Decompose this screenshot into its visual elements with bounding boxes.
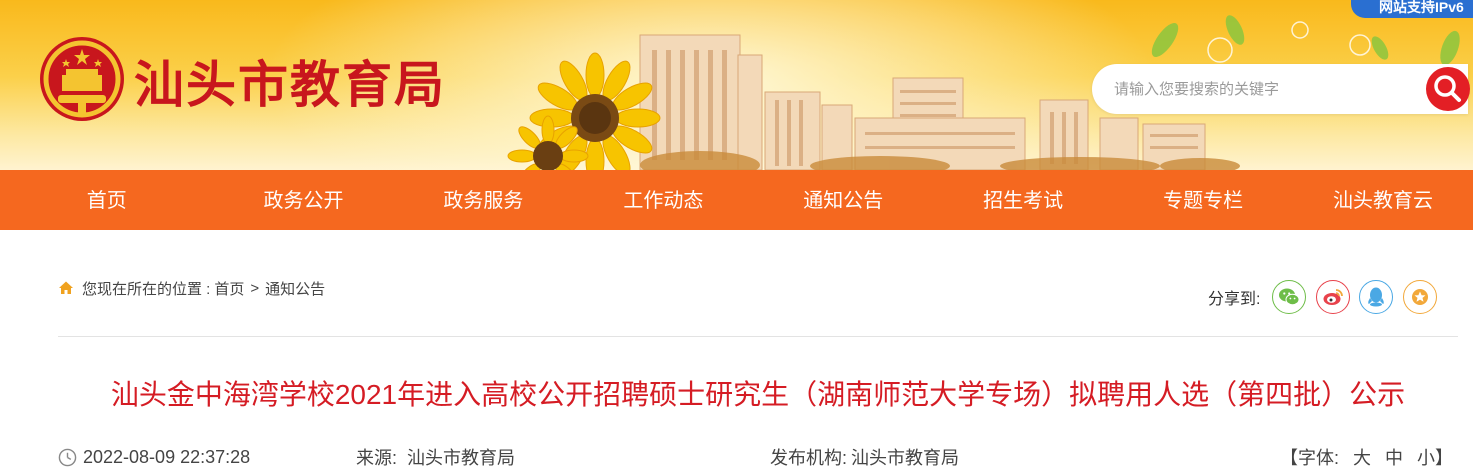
share-wechat-button[interactable]	[1272, 280, 1307, 314]
breadcrumb-home-link[interactable]: 首页	[214, 278, 244, 299]
nav-item-gov-services[interactable]: 政务服务	[393, 170, 573, 230]
font-size-selector: 【字体: 大 中 小】	[1280, 445, 1453, 469]
qq-icon	[1368, 287, 1385, 307]
source-value: 汕头市教育局	[407, 448, 516, 468]
nav-item-gov-affairs[interactable]: 政务公开	[214, 170, 394, 230]
font-size-label: 【字体:	[1280, 448, 1340, 468]
search-box	[1092, 64, 1468, 114]
share-label: 分享到:	[1208, 291, 1261, 308]
breadcrumb-notices-link[interactable]: 通知公告	[265, 278, 325, 299]
clock-icon	[58, 448, 77, 466]
font-size-medium[interactable]: 中	[1385, 444, 1403, 469]
home-icon	[59, 281, 73, 294]
nav-item-work-news[interactable]: 工作动态	[573, 170, 753, 230]
weibo-icon	[1323, 289, 1343, 305]
breadcrumb-prefix: 您现在所在的位置 :	[82, 280, 211, 298]
org-value: 汕头市教育局	[851, 448, 960, 468]
share-favorite-button[interactable]	[1402, 280, 1437, 314]
source-label: 来源:	[356, 448, 398, 468]
share-qq-button[interactable]	[1359, 280, 1394, 314]
search-input[interactable]	[1114, 76, 1414, 102]
search-button[interactable]	[1426, 67, 1470, 111]
breadcrumb-separator: >	[250, 279, 260, 297]
nav-item-home[interactable]: 首页	[0, 170, 214, 230]
nav-item-edu-cloud[interactable]: 汕头教育云	[1293, 170, 1473, 230]
article-datetime: 2022-08-09 22:37:28	[58, 445, 250, 469]
share-bar: 分享到:	[1208, 280, 1437, 314]
main-nav: 首页 政务公开 政务服务 工作动态 通知公告 招生考试 专题专栏 汕头教育云	[0, 170, 1473, 230]
nav-item-notices[interactable]: 通知公告	[753, 170, 933, 230]
article-title: 汕头金中海湾学校2021年进入高校公开招聘硕士研究生（湖南师范大学专场）拟聘用人…	[110, 379, 1406, 410]
font-size-large[interactable]: 大	[1353, 444, 1371, 469]
star-icon	[1411, 289, 1428, 305]
nav-item-admissions[interactable]: 招生考试	[933, 170, 1113, 230]
font-size-small[interactable]: 小】	[1417, 444, 1453, 469]
datetime-value: 2022-08-09 22:37:28	[83, 446, 251, 467]
wechat-icon	[1279, 288, 1300, 306]
national-emblem-icon	[40, 37, 124, 121]
article-source: 来源: 汕头市教育局	[356, 445, 515, 469]
divider	[58, 336, 1458, 337]
share-weibo-button[interactable]	[1315, 280, 1350, 314]
breadcrumb: 您现在所在的位置 : 首页 > 通知公告	[58, 276, 325, 300]
site-title: 汕头市教育局	[134, 57, 446, 113]
search-icon	[1434, 75, 1461, 102]
org-label: 发布机构:	[770, 448, 848, 468]
article-org: 发布机构: 汕头市教育局	[770, 445, 959, 469]
nav-item-topics[interactable]: 专题专栏	[1113, 170, 1293, 230]
ipv6-badge[interactable]: 网站支持IPv6	[1351, 0, 1473, 18]
